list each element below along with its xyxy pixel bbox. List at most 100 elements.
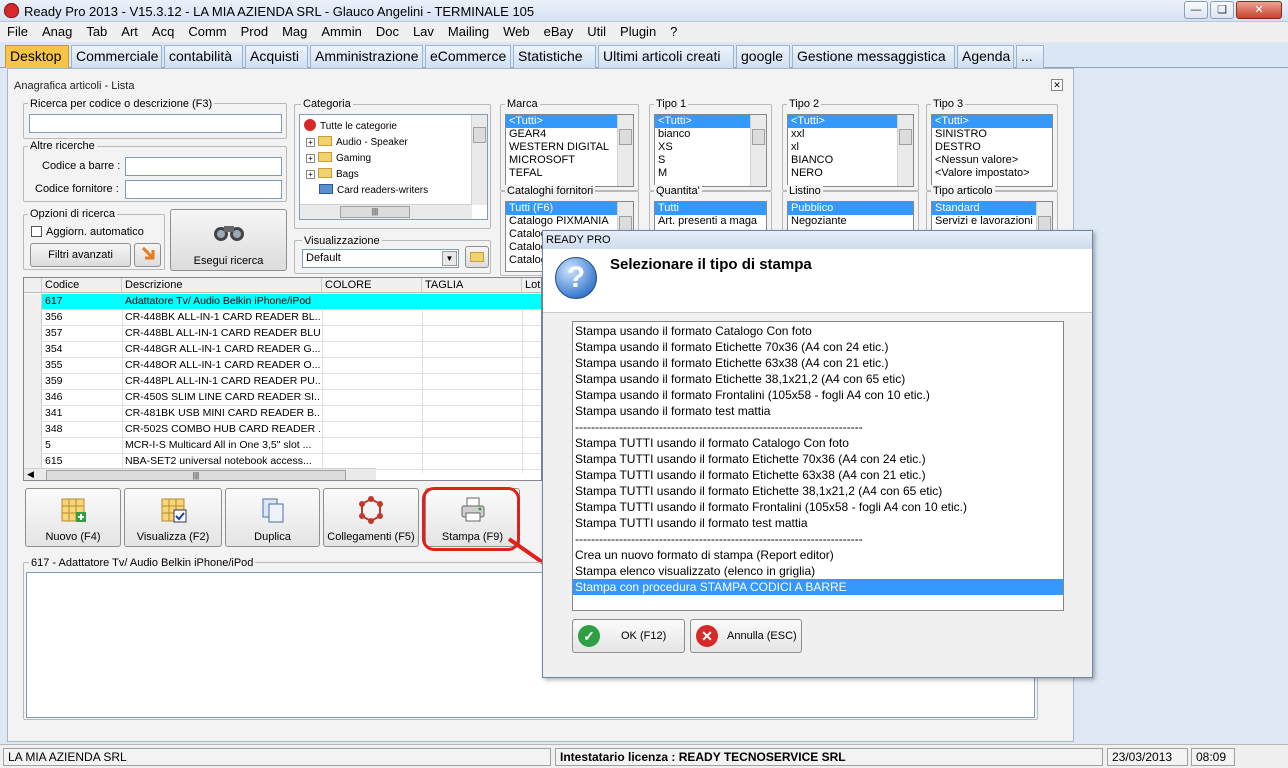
menu-item[interactable]: Comm — [181, 22, 233, 39]
supplier-code-input[interactable] — [125, 180, 282, 199]
print-option[interactable]: Stampa TUTTI usando il formato Etichette… — [573, 451, 1063, 467]
tab-item[interactable]: Amministrazione — [310, 45, 423, 68]
menu-item[interactable]: Lav — [406, 22, 441, 39]
menu-item[interactable]: Mailing — [441, 22, 496, 39]
tab-item[interactable]: google — [736, 45, 790, 68]
new-button[interactable]: Nuovo (F4) — [25, 488, 121, 547]
row-selector[interactable] — [24, 406, 42, 422]
menu-item[interactable]: Art — [114, 22, 145, 39]
links-button[interactable]: Collegamenti (F5) — [323, 488, 419, 547]
row-selector[interactable] — [24, 310, 42, 326]
filter-option[interactable]: <Nessun valore> — [932, 154, 1052, 167]
filter-scroll-thumb[interactable] — [752, 129, 765, 145]
filter-option[interactable]: xxl — [788, 128, 913, 141]
filter-option[interactable]: <Tutti> — [506, 115, 633, 128]
menu-item[interactable]: Ammin — [314, 22, 368, 39]
filter-option[interactable]: <Tutti> — [932, 115, 1052, 128]
barcode-input[interactable] — [125, 157, 282, 176]
filter-scrollbar[interactable] — [1036, 202, 1052, 232]
filter-scrollbar[interactable] — [897, 115, 913, 186]
grid-hscroll-thumb[interactable]: ||| — [46, 470, 346, 480]
tab-item[interactable]: Statistiche — [513, 45, 596, 68]
tab-item[interactable]: eCommerce — [425, 45, 511, 68]
table-row[interactable]: 341 CR-481BK USB MINI CARD READER B... — [24, 406, 541, 422]
filter-option[interactable]: NERO — [788, 167, 913, 180]
panel-close-icon[interactable]: ✕ — [1051, 79, 1063, 91]
filter-scrollbar[interactable] — [617, 115, 633, 186]
execute-search-button[interactable]: Esegui ricerca — [170, 209, 287, 271]
print-option[interactable]: Stampa elenco visualizzato (elenco in gr… — [573, 563, 1063, 579]
tree-hscrollbar[interactable]: ||| — [300, 204, 472, 219]
print-option[interactable]: Stampa TUTTI usando il formato Frontalin… — [573, 499, 1063, 515]
view-button[interactable]: Visualizza (F2) — [124, 488, 222, 547]
filter-option[interactable]: WESTERN DIGITAL — [506, 141, 633, 154]
tree-item-card-readers[interactable]: Card readers-writers — [319, 184, 428, 196]
duplicate-button[interactable]: Duplica — [225, 488, 320, 547]
filter-scroll-thumb[interactable] — [899, 129, 912, 145]
filter-list-quantita[interactable]: Tutti Art. presenti a maga — [654, 201, 767, 233]
chevron-left-icon[interactable]: ◀ — [27, 469, 34, 480]
close-window-button[interactable]: ✕ — [1236, 1, 1282, 19]
tree-item-bags[interactable]: + Bags — [306, 168, 359, 180]
table-row[interactable]: 348 CR-502S COMBO HUB CARD READER ... — [24, 422, 541, 438]
filter-list-tipo3[interactable]: <Tutti> SINISTRO DESTRO <Nessun valore> <Val… — [931, 114, 1053, 187]
grid-header-cell[interactable]: Lot — [522, 278, 541, 293]
filter-list-listino[interactable]: Pubblico Negoziante — [787, 201, 914, 233]
filter-list-tipo_articolo[interactable]: Standard Servizi e lavorazioni — [931, 201, 1053, 233]
filter-option[interactable]: SINISTRO — [932, 128, 1052, 141]
filter-arrow-button[interactable] — [134, 243, 161, 267]
grid-header-cell[interactable]: COLORE — [322, 278, 422, 293]
tree-hscroll-thumb[interactable]: ||| — [340, 206, 410, 218]
tab-item[interactable]: Ultimi articoli creati — [598, 45, 734, 68]
filter-option[interactable]: <Valore impostato> — [932, 167, 1052, 180]
view-select[interactable]: Default ▼ — [302, 249, 459, 268]
filter-option[interactable]: Servizi e lavorazioni — [932, 215, 1052, 228]
tab-item[interactable]: Desktop — [5, 45, 69, 68]
table-row[interactable]: 356 CR-448BK ALL-IN-1 CARD READER BL... — [24, 310, 541, 326]
filter-option[interactable]: Tutti — [655, 202, 766, 215]
grid-header-cell[interactable]: Codice — [42, 278, 122, 293]
table-row[interactable]: 354 CR-448GR ALL-IN-1 CARD READER G... — [24, 342, 541, 358]
filter-list-tipo2[interactable]: <Tutti> xxl xl BIANCO NERO — [787, 114, 914, 187]
print-option[interactable]: Stampa usando il formato Etichette 70x36… — [573, 339, 1063, 355]
table-row[interactable]: 5 MCR-I-S Multicard All in One 3,5" slot … — [24, 438, 541, 454]
filter-option[interactable]: Pubblico — [788, 202, 913, 215]
filter-option[interactable]: Standard — [932, 202, 1052, 215]
row-selector[interactable] — [24, 374, 42, 390]
print-option[interactable]: Stampa usando il formato Catalogo Con fo… — [573, 323, 1063, 339]
table-row[interactable]: 357 CR-448BL ALL-IN-1 CARD READER BLUE — [24, 326, 541, 342]
filter-list-tipo1[interactable]: <Tutti> bianco XS S M — [654, 114, 767, 187]
print-option[interactable]: Stampa TUTTI usando il formato test matt… — [573, 515, 1063, 531]
print-options-list[interactable]: Stampa usando il formato Catalogo Con fo… — [572, 321, 1064, 611]
print-option[interactable]: Stampa usando il formato test mattia — [573, 403, 1063, 419]
cancel-button[interactable]: ✕ Annulla (ESC) — [690, 619, 802, 653]
filter-option[interactable]: <Tutti> — [788, 115, 913, 128]
row-selector[interactable] — [24, 342, 42, 358]
menu-item[interactable]: Prod — [234, 22, 275, 39]
ok-button[interactable]: ✓ OK (F12) — [572, 619, 685, 653]
tree-item-all[interactable]: Tutte le categorie — [304, 119, 397, 132]
tab-item[interactable]: Acquisti — [245, 45, 308, 68]
print-option[interactable]: ----------------------------------------… — [573, 531, 1063, 547]
menu-item[interactable]: ? — [663, 22, 684, 39]
menu-item[interactable]: Plugin — [613, 22, 663, 39]
tab-item[interactable]: Commerciale — [71, 45, 162, 68]
menu-item[interactable]: Web — [496, 22, 537, 39]
print-option[interactable]: Stampa con procedura STAMPA CODICI A BAR… — [573, 579, 1063, 595]
filter-option[interactable]: GEAR4 — [506, 128, 633, 141]
grid-header-cell[interactable]: Descrizione — [122, 278, 322, 293]
filter-option[interactable]: Catalogo PIXMANIA — [506, 215, 633, 228]
open-folder-button[interactable] — [465, 246, 489, 268]
menu-item[interactable]: Tab — [79, 22, 114, 39]
maximize-button[interactable]: ❑ — [1210, 1, 1234, 19]
menu-item[interactable]: Util — [580, 22, 613, 39]
auto-refresh-checkbox[interactable]: Aggiorn. automatico — [31, 226, 144, 238]
filter-option[interactable]: Negoziante — [788, 215, 913, 228]
tree-vscroll-thumb[interactable] — [473, 127, 486, 143]
menu-item[interactable]: Acq — [145, 22, 181, 39]
filter-list-marca[interactable]: <Tutti> GEAR4 WESTERN DIGITAL MICROSOFT TEFA… — [505, 114, 634, 187]
filter-option[interactable]: Tutti (F6) — [506, 202, 633, 215]
row-selector[interactable] — [24, 358, 42, 374]
expand-icon[interactable]: + — [306, 138, 315, 147]
print-option[interactable]: Stampa usando il formato Etichette 38,1x… — [573, 371, 1063, 387]
